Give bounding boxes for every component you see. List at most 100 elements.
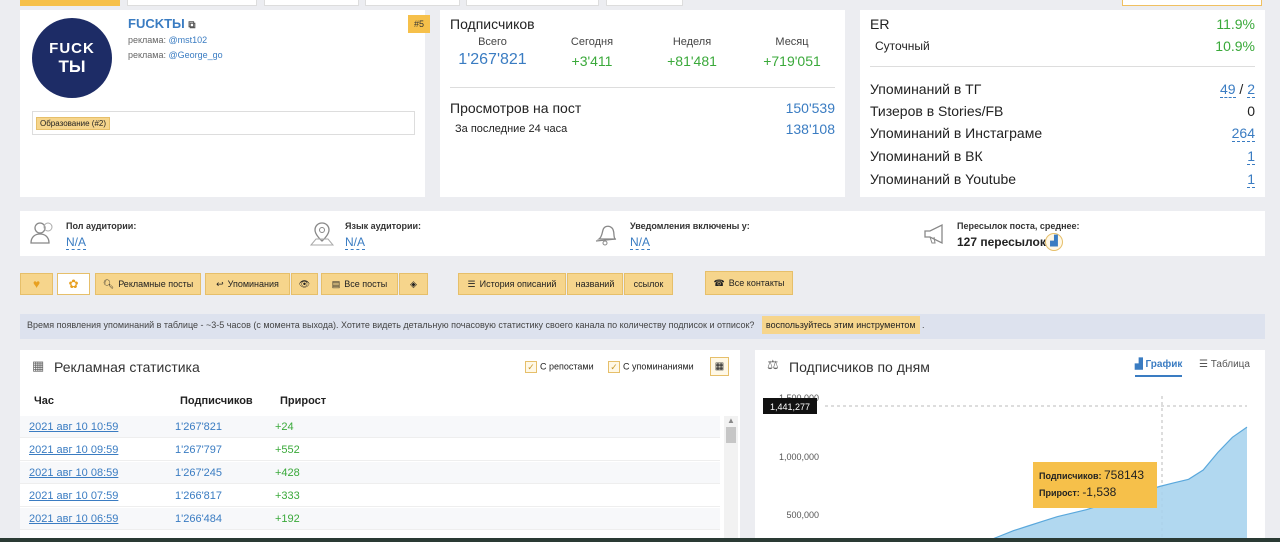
row-growth: +24 bbox=[275, 421, 294, 433]
mention-value-link[interactable]: 264 bbox=[1231, 125, 1255, 142]
ads-posts-button[interactable]: 🔍︎ Рекламные посты bbox=[95, 273, 201, 295]
tooltip-growth-label: Прирост: bbox=[1039, 488, 1080, 498]
er-label: ER bbox=[870, 16, 890, 32]
channel-card: FUCK ТЫ FUCKТЫ ⧉ реклама: @mst102 реклам… bbox=[20, 10, 430, 197]
mention-value-link[interactable]: 1 bbox=[1247, 148, 1255, 165]
sub-col-value: +3'411 bbox=[571, 53, 613, 69]
audience-value-link[interactable]: N/A bbox=[66, 235, 87, 250]
tab-5[interactable] bbox=[466, 0, 599, 6]
favorite-button[interactable]: ♥ bbox=[20, 273, 53, 295]
contacts-label: Все контакты bbox=[728, 278, 785, 288]
all-posts-button[interactable]: ▤ Все посты bbox=[321, 273, 398, 295]
mention-extra-link[interactable]: 2 bbox=[1247, 81, 1255, 98]
mentions-view-button[interactable]: 👁︎ bbox=[291, 273, 318, 295]
eye-icon: 👁︎ bbox=[298, 278, 311, 289]
sub-col-total: Всего 1'267'821 bbox=[450, 36, 535, 69]
top-tab-bar bbox=[0, 0, 1280, 6]
tab-2[interactable] bbox=[127, 0, 257, 6]
divider bbox=[870, 66, 1255, 67]
tab-table[interactable]: ☰ Таблица bbox=[1199, 359, 1250, 370]
daily-label: Суточный bbox=[875, 39, 930, 53]
tooltip-subs-value: 758143 bbox=[1104, 468, 1145, 482]
table-body: 2021 авг 10 10:59 1'267'821 +24 2021 авг… bbox=[20, 416, 723, 542]
history-button[interactable]: ☰ История описаний bbox=[458, 273, 566, 295]
tab-right[interactable] bbox=[1122, 0, 1262, 6]
ad-stats-title: Рекламная статистика bbox=[54, 359, 200, 375]
layers-button[interactable]: ◈ bbox=[399, 273, 428, 295]
row-time-link[interactable]: 2021 авг 10 10:59 bbox=[29, 421, 118, 433]
tab-4[interactable] bbox=[365, 0, 460, 6]
row-time-link[interactable]: 2021 авг 10 08:59 bbox=[29, 467, 118, 479]
tooltip-subs-label: Подписчиков: bbox=[1039, 471, 1102, 481]
table-icon: ☰ bbox=[1199, 359, 1208, 370]
names-button[interactable]: названий bbox=[567, 273, 623, 295]
y-tick-label: 1,000,000 bbox=[779, 452, 819, 462]
table-row: 2021 авг 10 06:59 1'266'484 +192 bbox=[20, 508, 720, 530]
sub-col-value: +719'051 bbox=[763, 53, 821, 69]
scroll-up-icon[interactable]: ▲ bbox=[724, 416, 738, 425]
audience-label: Уведомления включены у: bbox=[630, 221, 750, 231]
row-growth: +192 bbox=[275, 513, 300, 525]
mention-label: Тизеров в Stories/FB bbox=[870, 103, 1004, 119]
tab-6[interactable] bbox=[606, 0, 683, 6]
col-header-growth: Прирост bbox=[280, 395, 327, 407]
calendar-icon[interactable]: ▦ bbox=[710, 357, 729, 376]
copy-icon[interactable]: ⧉ bbox=[188, 20, 195, 31]
row-time-link[interactable]: 2021 авг 10 07:59 bbox=[29, 490, 118, 502]
avatar-text-top: FUCK bbox=[49, 40, 95, 57]
reply-icon: ↩ bbox=[216, 278, 224, 289]
contacts-button[interactable]: ☎ Все контакты bbox=[705, 271, 793, 295]
checkbox-checked-icon[interactable]: ✓ bbox=[525, 361, 537, 373]
views-value: 150'539 bbox=[785, 100, 835, 116]
scrollbar[interactable]: ▲ bbox=[724, 416, 738, 542]
last24-label: За последние 24 часа bbox=[455, 123, 568, 135]
sub-col-label: Неделя bbox=[672, 36, 712, 48]
row-time-link[interactable]: 2021 авг 10 09:59 bbox=[29, 444, 118, 456]
links-button[interactable]: ссылок bbox=[624, 273, 673, 295]
tab-chart-label: График bbox=[1145, 359, 1183, 370]
sub-col-value: +81'481 bbox=[667, 53, 717, 69]
subscribers-title: Подписчиков bbox=[450, 16, 535, 32]
ad-label: реклама: bbox=[128, 35, 166, 45]
all-posts-label: Все посты bbox=[344, 279, 388, 289]
row-time-link[interactable]: 2021 авг 10 06:59 bbox=[29, 513, 118, 525]
notice-text: Время появления упоминаний в таблице - ~… bbox=[27, 320, 755, 330]
notice-link[interactable]: воспользуйтесь этим инструментом bbox=[761, 316, 920, 334]
tab-3[interactable] bbox=[264, 0, 359, 6]
channel-name[interactable]: FUCKТЫ bbox=[128, 16, 185, 31]
ad-handle-link[interactable]: @mst102 bbox=[169, 35, 208, 45]
notice-bar: Время появления упоминаний в таблице - ~… bbox=[20, 314, 1265, 339]
heart-icon: ♥ bbox=[32, 277, 41, 291]
mention-value-link[interactable]: 49 bbox=[1219, 81, 1236, 98]
ad-handle-link[interactable]: @George_go bbox=[169, 50, 223, 60]
rank-badge: #5 bbox=[408, 15, 430, 33]
er-value: 11.9% bbox=[1216, 16, 1255, 32]
audience-value-link[interactable]: N/A bbox=[345, 235, 366, 250]
row-subs: 1'266'817 bbox=[175, 490, 223, 502]
checkbox-checked-icon[interactable]: ✓ bbox=[608, 361, 620, 373]
badge-button[interactable]: ✿ bbox=[57, 273, 90, 295]
mentions-button[interactable]: ↩ Упоминания bbox=[205, 273, 290, 295]
table-row: 2021 авг 10 08:59 1'267'245 +428 bbox=[20, 462, 720, 484]
chart-icon[interactable]: ▟ bbox=[1045, 233, 1063, 251]
tab-chart[interactable]: ▟ График bbox=[1135, 359, 1183, 377]
opt-mentions-label: С упоминаниями bbox=[623, 361, 694, 372]
mention-value-link[interactable]: 1 bbox=[1247, 171, 1255, 188]
mentions-label: Упоминания bbox=[227, 279, 279, 289]
opt-mentions[interactable]: ✓ С упоминаниями bbox=[608, 361, 694, 373]
scroll-thumb[interactable] bbox=[726, 427, 736, 443]
audience-value-link[interactable]: N/A bbox=[630, 235, 651, 250]
opt-reposts[interactable]: ✓ С репостами bbox=[525, 361, 594, 373]
daily-value: 10.9% bbox=[1215, 38, 1255, 54]
scales-icon: ⚖ bbox=[767, 357, 779, 372]
sub-col-label: Всего bbox=[478, 36, 507, 48]
notice-tail: . bbox=[922, 320, 925, 330]
ad-label: реклама: bbox=[128, 50, 166, 60]
bell-icon bbox=[595, 225, 617, 246]
category-badge[interactable]: Образование (#2) bbox=[36, 117, 111, 130]
mention-row-tg: Упоминаний в ТГ 49 / 2 bbox=[870, 81, 1255, 98]
channel-title[interactable]: FUCKТЫ ⧉ bbox=[128, 16, 196, 31]
subs-by-day-card: ⚖ Подписчиков по дням ▟ График ☰ Таблица… bbox=[755, 350, 1265, 542]
row-subs: 1'266'484 bbox=[175, 513, 223, 525]
tab-active[interactable] bbox=[20, 0, 120, 6]
